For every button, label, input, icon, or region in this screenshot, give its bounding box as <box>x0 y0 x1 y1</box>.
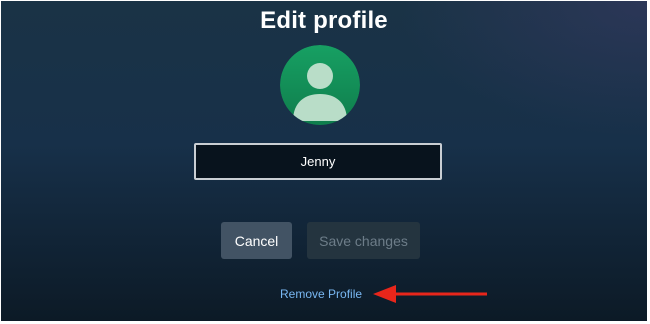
person-silhouette-icon <box>280 45 360 125</box>
left-arrow-icon <box>373 285 487 303</box>
remove-profile-link[interactable]: Remove Profile <box>280 287 362 301</box>
cancel-button[interactable]: Cancel <box>221 222 292 259</box>
page-title: Edit profile <box>260 7 388 34</box>
save-changes-button: Save changes <box>307 222 420 259</box>
edit-profile-screen: Edit profile Cancel Save changes Remove … <box>1 1 647 321</box>
profile-name-input[interactable] <box>194 143 442 180</box>
profile-avatar[interactable] <box>280 45 360 125</box>
